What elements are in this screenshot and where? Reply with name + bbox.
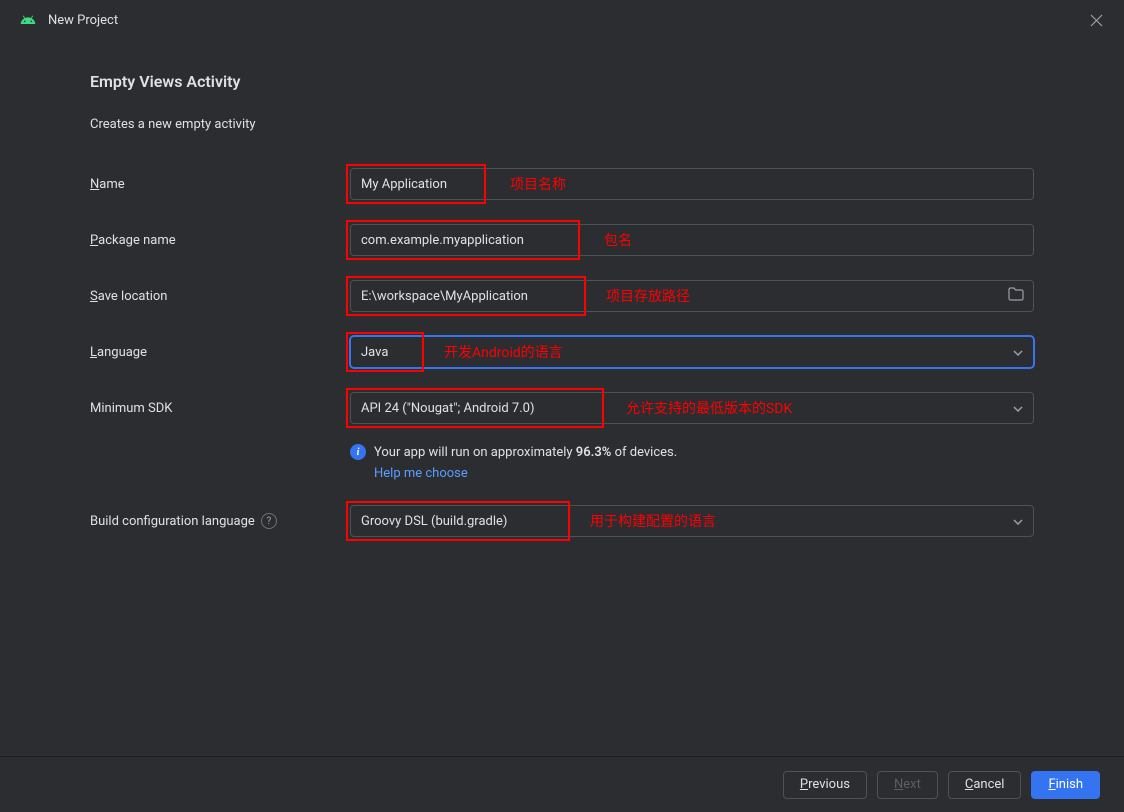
- info-row: i Your app will run on approximately 96.…: [90, 444, 1034, 481]
- content-area: Empty Views Activity Creates a new empty…: [0, 40, 1124, 537]
- minsdk-value: API 24 ("Nougat"; Android 7.0): [361, 401, 534, 416]
- titlebar: New Project: [0, 0, 1124, 40]
- cancel-button[interactable]: Cancel: [948, 771, 1022, 799]
- package-input[interactable]: [350, 224, 1034, 256]
- previous-button[interactable]: Previous: [783, 771, 867, 799]
- page-subtitle: Creates a new empty activity: [90, 117, 1034, 132]
- language-value: Java: [361, 345, 388, 360]
- footer: Previous Next Cancel Finish: [0, 756, 1124, 812]
- form-row-buildlang: Build configuration language ? Groovy DS…: [90, 505, 1034, 537]
- info-icon: i: [350, 444, 366, 460]
- android-icon: [20, 12, 36, 28]
- page-heading: Empty Views Activity: [90, 72, 1034, 91]
- chevron-down-icon: [1013, 514, 1023, 529]
- next-button[interactable]: Next: [877, 771, 938, 799]
- label-save: Save location: [90, 289, 350, 304]
- buildlang-dropdown[interactable]: Groovy DSL (build.gradle): [350, 505, 1034, 537]
- form-row-language: Language Java 开发Android的语言: [90, 336, 1034, 368]
- label-package: Package name: [90, 233, 350, 248]
- chevron-down-icon: [1013, 401, 1023, 416]
- device-compat-text: Your app will run on approximately 96.3%…: [374, 445, 677, 460]
- titlebar-left: New Project: [20, 12, 118, 28]
- finish-button[interactable]: Finish: [1031, 771, 1100, 799]
- help-me-choose-link[interactable]: Help me choose: [374, 466, 1034, 481]
- label-name: Name: [90, 177, 350, 192]
- save-location-input[interactable]: [350, 280, 1034, 312]
- form-row-minsdk: Minimum SDK API 24 ("Nougat"; Android 7.…: [90, 392, 1034, 424]
- buildlang-value: Groovy DSL (build.gradle): [361, 514, 507, 529]
- name-input[interactable]: [350, 168, 1034, 200]
- minsdk-dropdown[interactable]: API 24 ("Nougat"; Android 7.0): [350, 392, 1034, 424]
- label-minsdk: Minimum SDK: [90, 401, 350, 416]
- window-title: New Project: [48, 13, 118, 28]
- help-icon[interactable]: ?: [261, 513, 277, 529]
- form-row-name: Name 项目名称: [90, 168, 1034, 200]
- browse-folder-icon[interactable]: [1008, 287, 1024, 305]
- form-row-save: Save location 项目存放路径: [90, 280, 1034, 312]
- label-language: Language: [90, 345, 350, 360]
- language-dropdown[interactable]: Java: [350, 336, 1034, 368]
- chevron-down-icon: [1013, 345, 1023, 360]
- close-button[interactable]: [1084, 8, 1108, 32]
- label-buildlang: Build configuration language ?: [90, 513, 350, 529]
- form-row-package: Package name 包名: [90, 224, 1034, 256]
